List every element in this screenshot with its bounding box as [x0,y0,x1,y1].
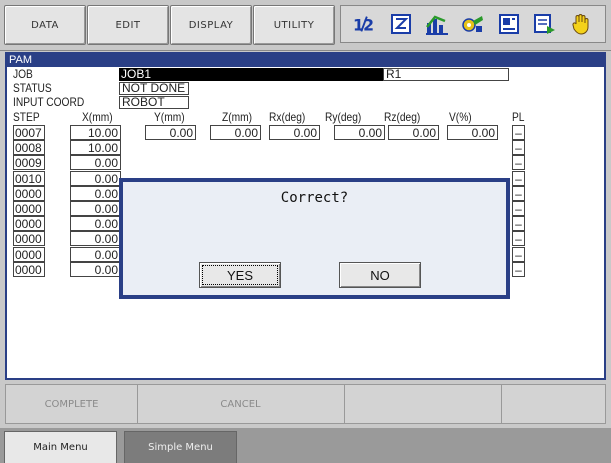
yes-button[interactable]: YES [199,262,281,288]
pl-cell[interactable]: – [512,216,525,232]
y-cell[interactable]: 0.00 [145,125,196,140]
tool-icon[interactable] [461,12,485,36]
x-cell[interactable]: 0.00 [70,201,121,216]
edit-icon[interactable] [389,12,413,36]
input-coord-label: INPUT COORD [13,95,85,109]
simple-menu-tab[interactable]: Simple Menu [124,431,237,463]
action-slot-4[interactable] [501,385,605,423]
pl-cell[interactable]: – [512,140,525,156]
step-cell[interactable]: 0000 [13,231,45,247]
step-cell[interactable]: 0000 [13,261,45,277]
main-menu-tab[interactable]: Main Menu [4,431,117,463]
menu-tab-data[interactable]: DATA [4,5,86,45]
panel-title: PAM [7,54,604,67]
header-z: Z(mm) [222,110,253,124]
header-ry: Ry(deg) [325,110,362,124]
window-icon[interactable] [533,12,557,36]
bottom-bar: Main Menu Simple Menu [0,428,611,463]
job-icon[interactable]: 12 [353,12,377,36]
pl-cell[interactable]: – [512,201,525,216]
pl-cell[interactable]: – [512,155,525,171]
complete-button[interactable]: COMPLETE [6,385,138,423]
menu-tab-utility[interactable]: UTILITY [253,5,335,45]
step-cell[interactable]: 0007 [13,125,45,140]
job-field[interactable]: JOB1 [119,68,383,81]
pl-cell[interactable]: – [512,125,525,140]
layout-icon[interactable] [497,12,521,36]
x-cell[interactable]: 0.00 [70,185,121,201]
pl-cell[interactable]: – [512,170,525,186]
hand-icon[interactable] [569,12,593,36]
menu-tab-display[interactable]: DISPLAY [170,5,252,45]
confirm-dialog-body: Correct? YES NO [123,182,506,295]
x-cell[interactable]: 10.00 [70,125,121,140]
pam-panel: PAM JOB JOB1 R1 STATUS NOT DONE INPUT CO… [5,52,606,380]
robot-field: R1 [383,68,509,81]
header-step: STEP [13,110,40,124]
x-cell[interactable]: 0.00 [70,231,121,247]
header-rx: Rx(deg) [269,110,306,124]
action-slot-3[interactable] [344,385,502,423]
x-cell[interactable]: 0.00 [70,246,121,262]
pl-cell[interactable]: – [512,231,525,247]
x-cell[interactable]: 0.00 [70,216,121,232]
step-cell[interactable]: 0000 [13,246,45,262]
step-cell[interactable]: 0000 [13,216,45,232]
header-pl: PL [512,110,525,124]
step-cell[interactable]: 0000 [13,185,45,201]
status-field: NOT DONE [119,82,189,95]
input-coord-field[interactable]: ROBOT [119,96,189,109]
header-rz: Rz(deg) [384,110,421,124]
step-cell[interactable]: 0000 [13,201,45,216]
x-cell[interactable]: 10.00 [70,140,121,156]
dialog-message: Correct? [280,190,349,206]
action-bar: COMPLETE CANCEL [5,384,606,424]
svg-text:2: 2 [363,15,374,34]
status-icon-bar: 12 [340,5,606,43]
x-cell[interactable]: 0.00 [70,155,121,171]
v-cell[interactable]: 0.00 [447,125,498,140]
header-y: Y(mm) [154,110,185,124]
pl-cell[interactable]: – [512,185,525,201]
confirm-dialog: Correct? YES NO [119,178,510,299]
x-cell[interactable]: 0.00 [70,261,121,277]
status-label: STATUS [13,81,52,95]
chart-icon[interactable] [425,12,449,36]
menu-tab-edit[interactable]: EDIT [87,5,169,45]
step-cell[interactable]: 0010 [13,170,45,186]
x-cell[interactable]: 0.00 [70,170,121,186]
ry-cell[interactable]: 0.00 [334,125,385,140]
rz-cell[interactable]: 0.00 [388,125,439,140]
pl-cell[interactable]: – [512,246,525,262]
header-v: V(%) [449,110,472,124]
step-cell[interactable]: 0009 [13,155,45,171]
rx-cell[interactable]: 0.00 [269,125,320,140]
menu-bar: DATA EDIT DISPLAY UTILITY 12 [0,0,611,51]
no-button[interactable]: NO [339,262,421,288]
z-cell[interactable]: 0.00 [210,125,261,140]
pl-cell[interactable]: – [512,261,525,277]
job-label: JOB [13,67,33,81]
cancel-button[interactable]: CANCEL [137,385,345,423]
header-x: X(mm) [82,110,113,124]
step-cell[interactable]: 0008 [13,140,45,156]
